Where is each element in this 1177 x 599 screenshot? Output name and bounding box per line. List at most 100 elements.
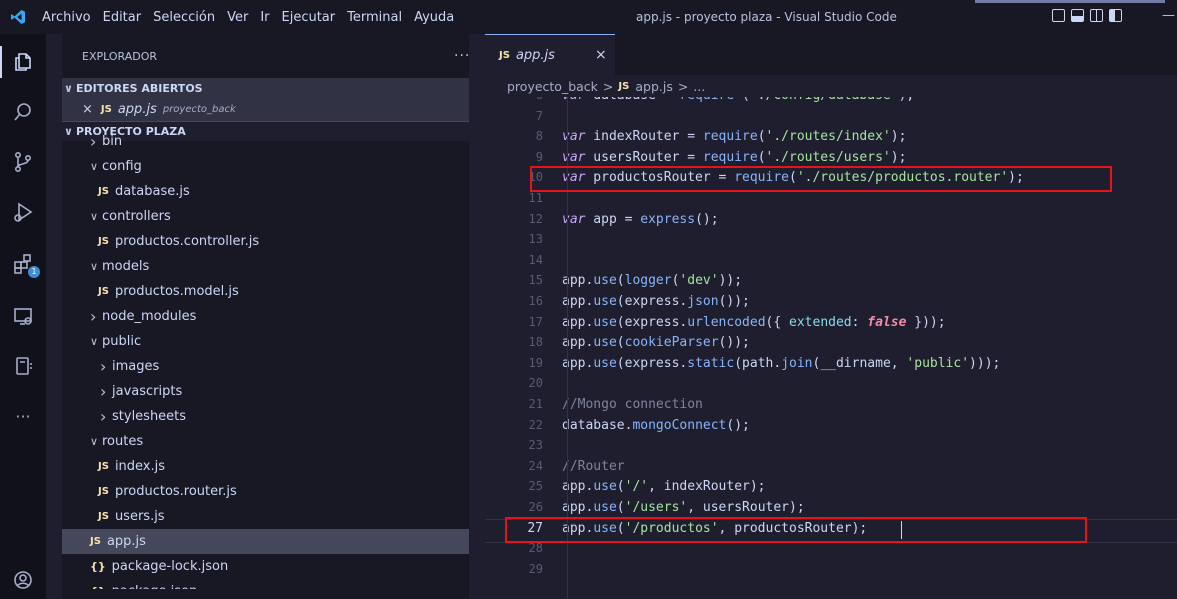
minimize-button[interactable]: —	[1162, 8, 1175, 23]
line-number: 6	[485, 97, 543, 102]
code-line[interactable]: var indexRouter = require('./routes/inde…	[562, 129, 906, 144]
menu-terminal[interactable]: Terminal	[341, 10, 408, 25]
close-tab-icon[interactable]: ×	[595, 47, 607, 63]
run-debug-icon[interactable]	[0, 192, 46, 232]
breadcrumb-folder[interactable]: proyecto_back	[507, 79, 598, 94]
tree-folder-javascripts[interactable]: › javascripts	[62, 379, 469, 404]
tree-folder-stylesheets[interactable]: › stylesheets	[62, 404, 469, 429]
editor-tab-bar: JS app.js ×	[485, 34, 1177, 75]
js-file-icon: JS	[499, 49, 510, 61]
code-line[interactable]: app.use(express.urlencoded({ extended: f…	[562, 315, 946, 330]
tree-folder-controllers[interactable]: ∨ controllers	[62, 204, 469, 229]
open-editor-filename: app.js	[117, 102, 157, 117]
open-editor-item[interactable]: × JS app.js proyecto_back	[62, 98, 469, 121]
code-line[interactable]: //Router	[562, 459, 625, 474]
code-line[interactable]: app.use('/users', usersRouter);	[562, 500, 805, 515]
line-number: 11	[528, 191, 543, 205]
tree-folder-node_modules[interactable]: › node_modules	[62, 304, 469, 329]
line-number: 13	[528, 232, 543, 247]
menu-bar: Archivo Editar Selección Ver Ir Ejecutar Termi…	[36, 10, 460, 25]
menu-ejecutar[interactable]: Ejecutar	[276, 10, 342, 25]
explorer-icon[interactable]	[0, 42, 46, 82]
menu-ayuda[interactable]: Ayuda	[408, 10, 460, 25]
open-editors-section[interactable]: ∨ EDITORES ABIERTOS	[62, 78, 469, 98]
tree-folder-config[interactable]: ∨ config	[62, 154, 469, 179]
tree-folder-models[interactable]: ∨ models	[62, 254, 469, 279]
tree-item-label: package.json	[112, 584, 198, 589]
tree-folder-public[interactable]: ∨ public	[62, 329, 469, 354]
chevron-right-icon: >	[677, 78, 689, 94]
code-line[interactable]: var database = require ("./config/databa…	[562, 97, 914, 103]
tree-file-productos-router-js[interactable]: JS productos.router.js	[62, 479, 469, 504]
code-line[interactable]: var usersRouter = require('./routes/user…	[562, 150, 906, 165]
toggle-sidebar-icon[interactable]	[1052, 9, 1065, 22]
js-file-icon: JS	[98, 511, 109, 522]
toggle-panel-icon[interactable]	[1071, 9, 1084, 22]
explorer-more-actions[interactable]: ···	[454, 48, 470, 64]
tree-folder-bin[interactable]: › bin	[62, 129, 469, 154]
explorer-sidebar: EXPLORADOR ··· ∨ EDITORES ABIERTOS × JS …	[62, 34, 469, 599]
chevron-down-icon: ∨	[90, 160, 99, 173]
tree-file-productos-model-js[interactable]: JS productos.model.js	[62, 279, 469, 304]
tree-item-label: package-lock.json	[111, 559, 229, 574]
file-tree: › bin ∨ config JS database.js ∨ controllers JS pr…	[62, 129, 469, 589]
tree-file-app-js[interactable]: JS app.js	[62, 529, 469, 554]
toggle-secondary-sidebar-icon[interactable]	[1090, 9, 1103, 22]
more-icon[interactable]: ···	[0, 396, 46, 436]
tree-item-label: config	[102, 159, 142, 174]
tree-item-label: productos.controller.js	[114, 234, 260, 249]
line-number: 29	[528, 561, 543, 576]
tree-folder-images[interactable]: › images	[62, 354, 469, 379]
chevron-right-icon: ›	[100, 382, 107, 401]
js-file-icon: JS	[98, 486, 109, 497]
tree-item-label: app.js	[106, 534, 146, 549]
tab-app-js[interactable]: JS app.js ×	[485, 34, 615, 75]
tree-file-users-js[interactable]: JS users.js	[62, 504, 469, 529]
tree-item-label: controllers	[102, 209, 171, 224]
line-number: 20	[528, 376, 543, 391]
tree-file-productos-controller-js[interactable]: JS productos.controller.js	[62, 229, 469, 254]
line-number: 16	[528, 294, 543, 308]
menu-editar[interactable]: Editar	[97, 10, 148, 25]
line-number: 7	[535, 108, 543, 123]
code-line[interactable]: var app = express();	[562, 212, 719, 227]
breadcrumb-file[interactable]: app.js	[635, 79, 673, 94]
code-line[interactable]: app.use(express.json());	[562, 294, 750, 309]
chevron-right-icon: ›	[90, 307, 97, 326]
menu-ir[interactable]: Ir	[254, 10, 275, 25]
customize-layout-icon[interactable]	[1109, 9, 1122, 22]
menu-selección[interactable]: Selección	[147, 10, 221, 25]
tree-folder-routes[interactable]: ∨ routes	[62, 429, 469, 454]
code-line[interactable]: //Mongo connection	[562, 397, 703, 412]
tree-item-label: productos.router.js	[114, 484, 237, 499]
source-control-icon[interactable]	[0, 142, 46, 182]
code-line[interactable]: app.use(express.static(path.join(__dirna…	[562, 356, 1000, 371]
tab-label: app.js	[515, 47, 555, 63]
tree-item-label: index.js	[114, 459, 166, 474]
remote-explorer-icon[interactable]	[0, 296, 46, 336]
code-line[interactable]: app.use('/', indexRouter);	[562, 479, 766, 494]
menu-ver[interactable]: Ver	[221, 10, 254, 25]
code-line[interactable]: database.mongoConnect();	[562, 418, 750, 433]
code-editor[interactable]: 6 var database = require ("./config/datab…	[485, 97, 1177, 599]
tree-file-index-js[interactable]: JS index.js	[62, 454, 469, 479]
open-editor-folder: proyecto_back	[162, 104, 236, 115]
tree-file-package-json[interactable]: {} package.json	[62, 579, 469, 589]
tree-file-database-js[interactable]: JS database.js	[62, 179, 469, 204]
menu-archivo[interactable]: Archivo	[36, 10, 97, 25]
line-number: 24	[528, 458, 543, 473]
account-icon[interactable]	[0, 560, 46, 599]
breadcrumb-symbol[interactable]: ...	[693, 79, 705, 94]
line-number: 21	[528, 397, 543, 411]
close-icon[interactable]: ×	[82, 102, 93, 117]
notebook-icon[interactable]	[0, 346, 46, 386]
explorer-title: EXPLORADOR	[82, 49, 158, 63]
extensions-icon[interactable]: 1	[0, 244, 46, 284]
tree-item-label: productos.model.js	[114, 284, 239, 299]
tree-file-package-lock-json[interactable]: {} package-lock.json	[62, 554, 469, 579]
code-line[interactable]: app.use(cookieParser());	[562, 335, 750, 350]
code-line[interactable]: app.use(logger('dev'));	[562, 273, 742, 288]
search-icon[interactable]	[0, 92, 46, 132]
json-file-icon: {}	[90, 585, 106, 589]
js-file-icon: JS	[618, 80, 630, 92]
